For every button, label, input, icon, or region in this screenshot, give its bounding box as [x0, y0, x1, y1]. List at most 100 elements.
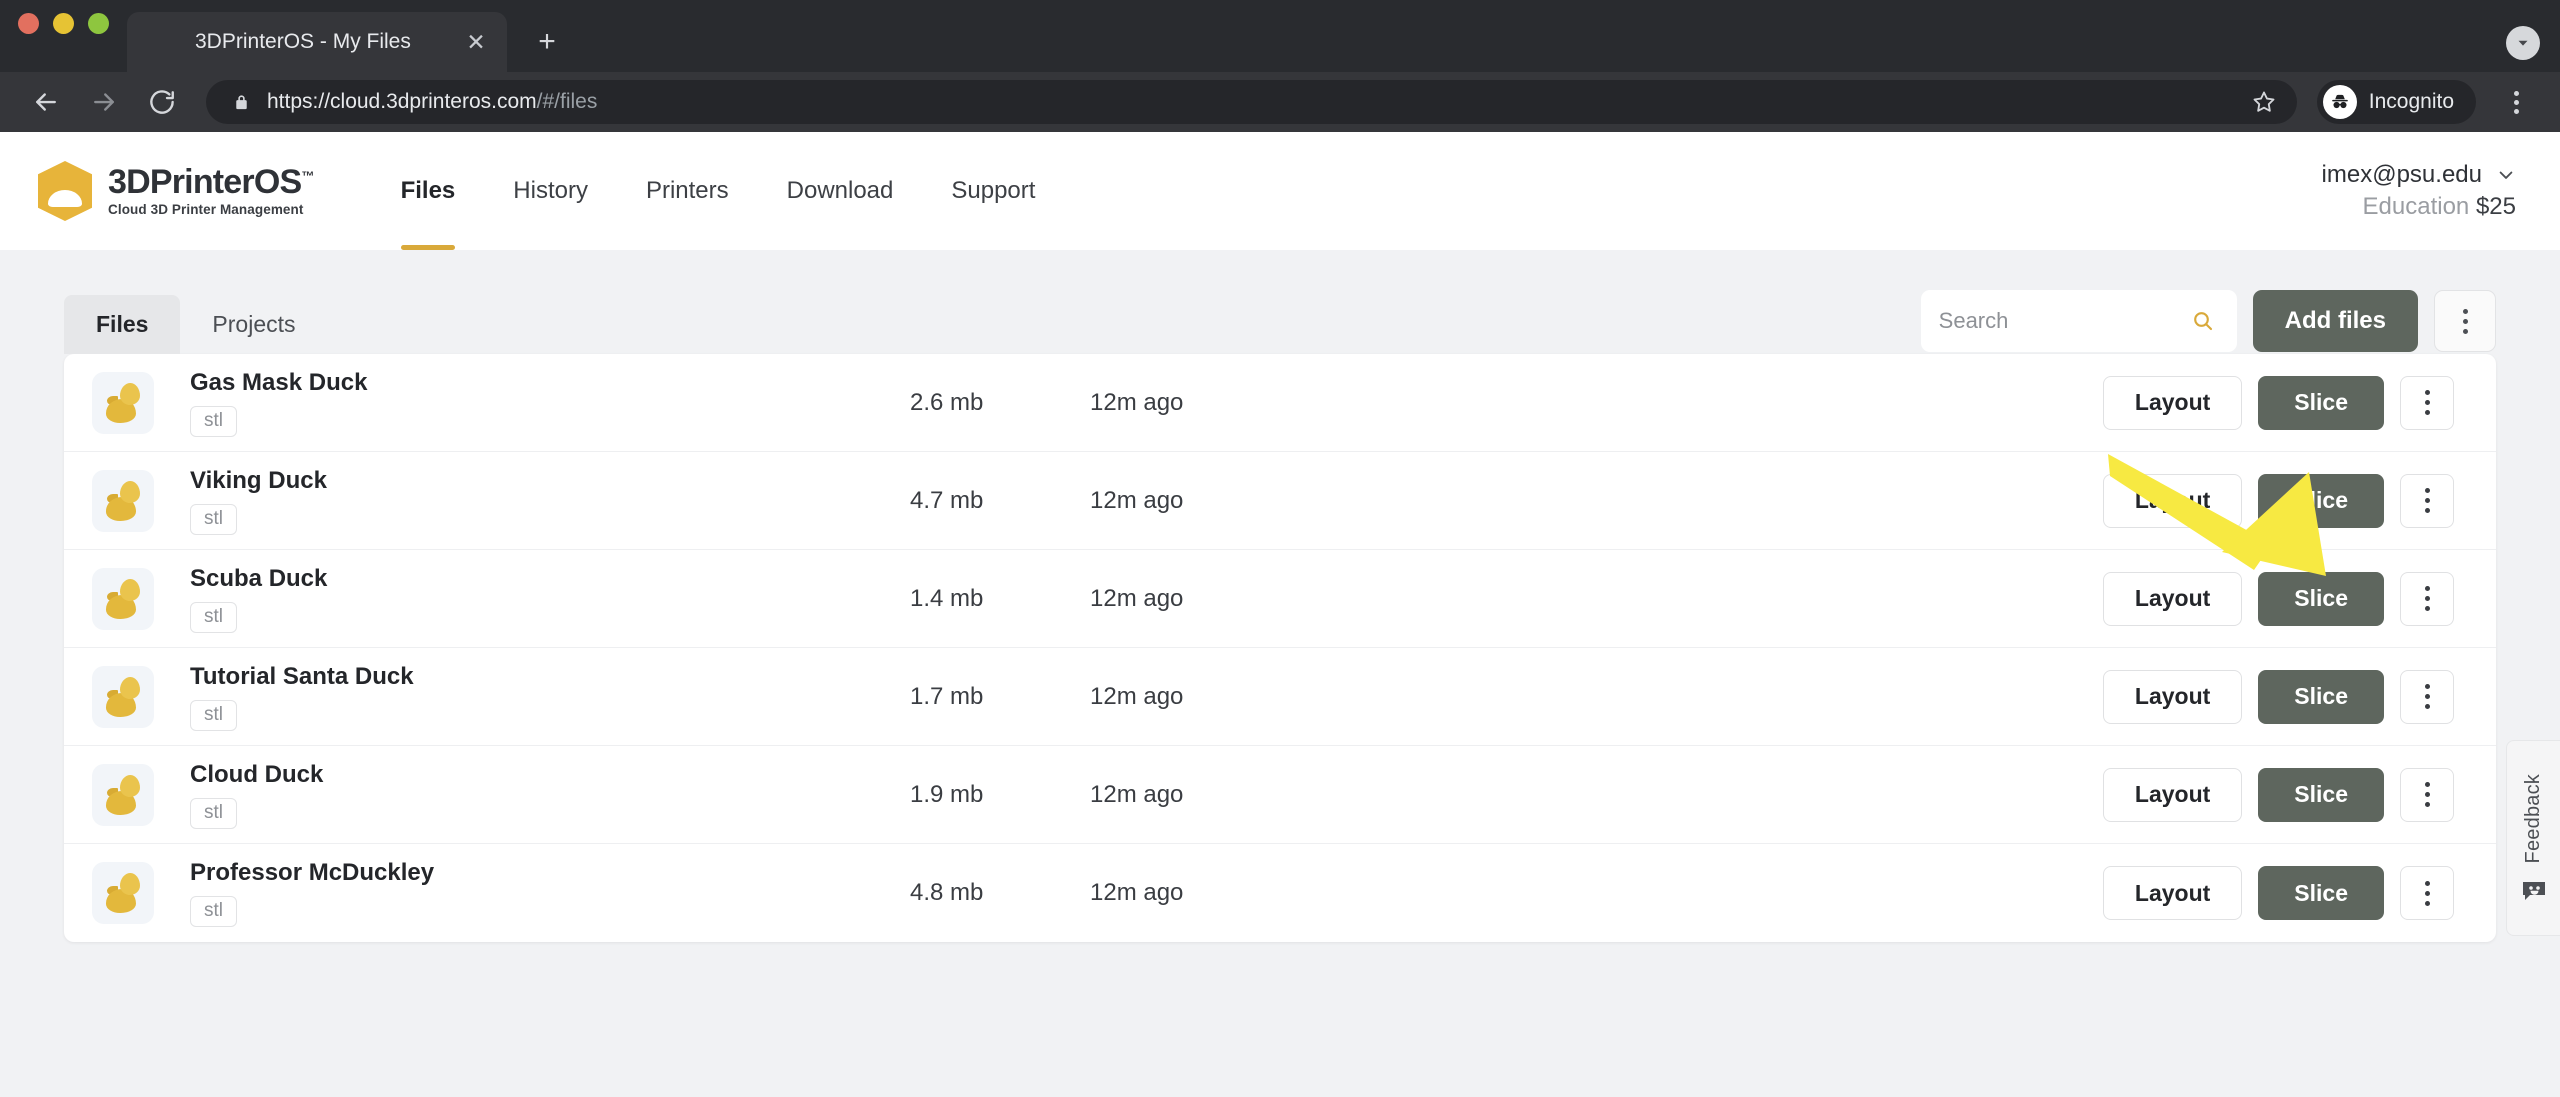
account-menu[interactable]: imex@psu.edu Education $25	[2322, 161, 2516, 221]
nav-item-printers[interactable]: Printers	[617, 132, 758, 250]
browser-menu-icon[interactable]	[2492, 78, 2540, 126]
table-row[interactable]: Gas Mask Duck stl 2.6 mb 12m ago Layout …	[64, 354, 2496, 452]
duck-model-icon	[106, 480, 140, 521]
browser-window: 3DPrinterOS - My Files ✕ + https://cloud…	[0, 0, 2560, 1097]
layout-button[interactable]: Layout	[2102, 375, 2243, 430]
layout-button[interactable]: Layout	[2102, 669, 2243, 724]
minimize-window-button[interactable]	[53, 12, 74, 34]
files-subtabs: Files Projects	[64, 295, 328, 354]
file-size: 1.7 mb	[910, 682, 984, 710]
duck-model-icon	[106, 578, 140, 619]
toolbar-kebab-menu-button[interactable]	[2434, 290, 2496, 352]
nav-item-download[interactable]: Download	[758, 132, 923, 250]
file-size: 4.8 mb	[910, 879, 984, 906]
close-window-button[interactable]	[18, 12, 39, 34]
slice-button[interactable]: Slice	[2258, 767, 2384, 822]
browser-tabstrip: 3DPrinterOS - My Files ✕ +	[0, 0, 2560, 72]
chevron-down-icon[interactable]	[2496, 165, 2516, 185]
brand-name: 3DPrinterOS™	[108, 162, 314, 201]
file-type-badge: stl	[190, 601, 237, 633]
account-email: imex@psu.edu	[2321, 161, 2482, 188]
account-plan-balance: Education $25	[2362, 193, 2516, 220]
row-kebab-menu-button[interactable]	[2400, 866, 2454, 920]
row-kebab-menu-button[interactable]	[2400, 375, 2454, 430]
table-row[interactable]: Tutorial Santa Duck stl 1.7 mb 12m ago L…	[64, 648, 2496, 746]
row-kebab-menu-button[interactable]	[2400, 571, 2454, 626]
row-actions: Layout Slice	[2102, 375, 2454, 430]
main-navigation: Files History Printers Download Support	[372, 132, 1065, 250]
table-row[interactable]: Cloud Duck stl 1.9 mb 12m ago Layout Sli…	[64, 746, 2496, 844]
browser-tab-title: 3DPrinterOS - My Files	[195, 30, 411, 53]
table-row[interactable]: Professor McDuckley stl 4.8 mb 12m ago L…	[64, 844, 2496, 942]
file-name: Tutorial Santa Duck	[190, 662, 414, 690]
search-box[interactable]	[1920, 290, 2237, 352]
incognito-indicator[interactable]: Incognito	[2316, 80, 2476, 124]
file-name: Viking Duck	[190, 466, 327, 494]
browser-omnibar: https://cloud.3dprinteros.com/#/files In…	[0, 72, 2560, 132]
file-type-badge: stl	[190, 503, 237, 535]
feedback-label: Feedback	[2522, 774, 2544, 864]
file-type-badge: stl	[190, 699, 237, 731]
file-thumbnail	[92, 469, 154, 532]
feedback-tab[interactable]: Feedback	[2506, 740, 2560, 936]
slice-button[interactable]: Slice	[2258, 473, 2384, 528]
brand-tagline: Cloud 3D Printer Management	[108, 202, 304, 218]
file-size: 4.7 mb	[910, 486, 984, 514]
layout-button[interactable]: Layout	[2102, 473, 2243, 528]
file-thumbnail	[92, 763, 154, 826]
site-header: 3DPrinterOS™ Cloud 3D Printer Management…	[0, 132, 2560, 250]
add-files-button[interactable]: Add files	[2252, 290, 2418, 352]
row-actions: Layout Slice	[2102, 767, 2454, 822]
files-toolbar: Files Projects Add files	[64, 250, 2496, 576]
forward-arrow-icon[interactable]	[78, 76, 130, 128]
nav-item-history[interactable]: History	[484, 132, 617, 250]
tab-files[interactable]: Files	[64, 295, 181, 354]
layout-button[interactable]: Layout	[2102, 866, 2243, 920]
file-thumbnail	[92, 665, 154, 728]
browser-tab[interactable]: 3DPrinterOS - My Files ✕	[127, 12, 507, 72]
row-kebab-menu-button[interactable]	[2400, 473, 2454, 528]
duck-model-icon	[106, 873, 140, 913]
chevron-down-icon[interactable]	[2506, 26, 2540, 60]
row-kebab-menu-button[interactable]	[2400, 767, 2454, 822]
site-logo[interactable]: 3DPrinterOS™ Cloud 3D Printer Management	[26, 161, 314, 221]
files-page-content: Files Projects Add files	[0, 250, 2560, 942]
file-size: 2.6 mb	[910, 388, 984, 416]
bookmark-star-icon[interactable]	[2251, 89, 2277, 115]
layout-button[interactable]: Layout	[2102, 571, 2243, 626]
maximize-window-button[interactable]	[88, 12, 109, 34]
3dprinteros-favicon-icon	[149, 27, 177, 58]
page-viewport: 3DPrinterOS™ Cloud 3D Printer Management…	[0, 132, 2560, 1097]
slice-button[interactable]: Slice	[2258, 866, 2384, 920]
new-tab-button[interactable]: +	[521, 16, 573, 68]
file-thumbnail	[92, 371, 154, 434]
duck-model-icon	[106, 774, 140, 815]
hexagon-cloud-logo-icon	[38, 161, 92, 221]
row-kebab-menu-button[interactable]	[2400, 669, 2454, 724]
table-row[interactable]: Viking Duck stl 4.7 mb 12m ago Layout Sl…	[64, 452, 2496, 550]
row-actions: Layout Slice	[2102, 866, 2454, 920]
slice-button[interactable]: Slice	[2258, 375, 2384, 430]
reload-icon[interactable]	[136, 76, 188, 128]
slice-button[interactable]: Slice	[2258, 669, 2384, 724]
file-size: 1.9 mb	[910, 780, 984, 808]
back-arrow-icon[interactable]	[20, 76, 72, 128]
table-row[interactable]: Scuba Duck stl 1.4 mb 12m ago Layout Sli…	[64, 550, 2496, 648]
file-name: Professor McDuckley	[190, 859, 435, 886]
tab-projects[interactable]: Projects	[180, 295, 327, 354]
address-bar[interactable]: https://cloud.3dprinteros.com/#/files	[206, 80, 2297, 124]
layout-button[interactable]: Layout	[2102, 767, 2243, 822]
nav-item-support[interactable]: Support	[922, 132, 1064, 250]
nav-item-files[interactable]: Files	[372, 132, 485, 250]
row-actions: Layout Slice	[2102, 669, 2454, 724]
search-icon[interactable]	[2191, 309, 2215, 333]
file-modified: 12m ago	[1090, 682, 1184, 710]
slice-button[interactable]: Slice	[2258, 571, 2384, 626]
incognito-hat-glasses-icon	[2322, 85, 2357, 119]
close-tab-icon[interactable]: ✕	[459, 25, 493, 59]
file-modified: 12m ago	[1090, 879, 1184, 906]
search-input[interactable]	[1938, 308, 2191, 334]
toolbar-actions: Add files	[1920, 290, 2496, 354]
file-thumbnail	[92, 567, 154, 630]
file-size: 1.4 mb	[910, 584, 984, 612]
